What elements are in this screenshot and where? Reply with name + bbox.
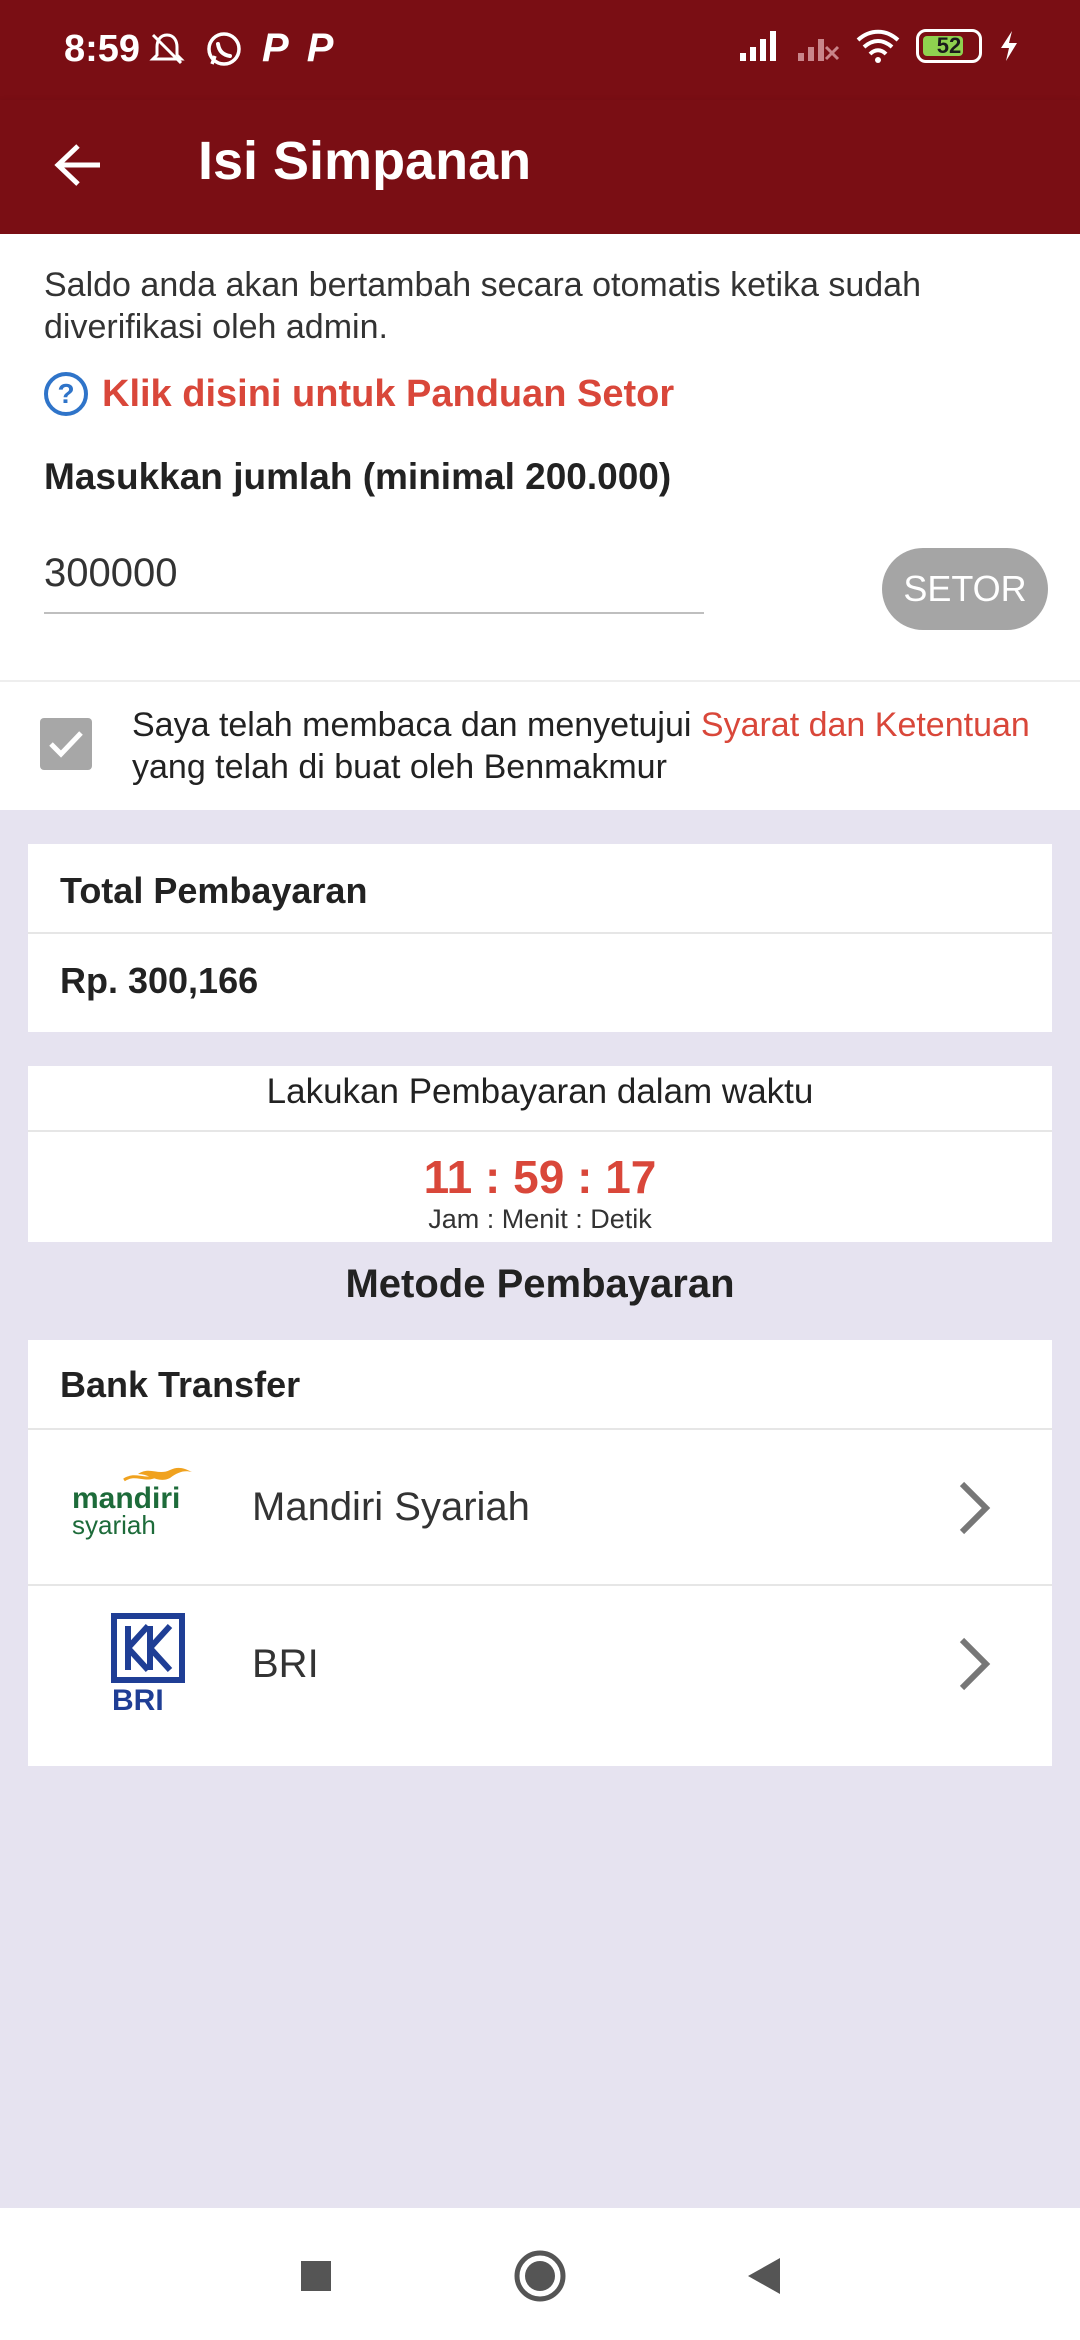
- bank-transfer-label: Bank Transfer: [28, 1340, 1052, 1430]
- terms-row: Saya telah membaca dan menyetujui Syarat…: [0, 680, 1080, 810]
- total-payment-card: Total Pembayaran Rp. 300,166: [28, 844, 1052, 1032]
- terms-checkbox[interactable]: [40, 718, 92, 770]
- terms-link[interactable]: Syarat dan Ketentuan: [701, 706, 1030, 744]
- signal-off-icon: [798, 39, 840, 61]
- payment-method-title: Metode Pembayaran: [345, 1262, 735, 1306]
- bank-name: BRI: [252, 1641, 319, 1686]
- terms-suffix: yang telah di buat oleh Benmakmur: [132, 748, 667, 786]
- bank-option-bri[interactable]: BRI BRI: [28, 1586, 1052, 1742]
- signal-icon: [740, 31, 776, 61]
- syariah-logo-text: syariah: [72, 1510, 156, 1540]
- bri-logo-text: BRI: [112, 1684, 164, 1716]
- p-icon: P: [262, 26, 289, 70]
- battery-icon: 52: [916, 29, 982, 63]
- page-title: Isi Simpanan: [198, 131, 532, 191]
- guide-link-label: Klik disini untuk Panduan Setor: [102, 372, 675, 415]
- system-nav-bar: [0, 2208, 1080, 2340]
- battery-level: 52: [936, 33, 962, 58]
- bank-option-mandiri-syariah[interactable]: mandiri syariah Mandiri Syariah: [28, 1430, 1052, 1586]
- chevron-right-icon: [959, 1637, 991, 1691]
- p-icon: P: [306, 26, 334, 70]
- amount-input[interactable]: [44, 534, 704, 614]
- guide-link[interactable]: ? Klik disini untuk Panduan Setor: [44, 372, 674, 416]
- chevron-right-icon: [959, 1481, 991, 1535]
- payment-timer-card: Lakukan Pembayaran dalam waktu 11 : 59 :…: [28, 1066, 1052, 1242]
- help-icon: ?: [44, 372, 88, 416]
- charging-icon: [1001, 31, 1017, 61]
- status-icons-right: 52: [738, 28, 1020, 64]
- status-bar: 8:59 P P 52: [0, 0, 1080, 100]
- back-button[interactable]: [734, 2246, 794, 2306]
- whatsapp-icon: [207, 31, 241, 66]
- recent-apps-button[interactable]: [286, 2246, 346, 2306]
- timer-label: Lakukan Pembayaran dalam waktu: [28, 1066, 1052, 1132]
- check-icon: [49, 731, 83, 758]
- mute-icon: [149, 32, 185, 64]
- deposit-info: Saldo anda akan bertambah secara otomati…: [44, 266, 921, 346]
- wifi-icon: [856, 29, 900, 63]
- total-payment-value: Rp. 300,166: [60, 960, 259, 1001]
- bank-name: Mandiri Syariah: [252, 1484, 530, 1529]
- app-bar: Isi Simpanan: [0, 100, 1080, 234]
- back-arrow-icon[interactable]: [52, 138, 106, 192]
- mandiri-syariah-logo: mandiri syariah: [58, 1447, 238, 1567]
- total-payment-label: Total Pembayaran: [28, 844, 1052, 934]
- back-triangle-icon: [748, 2258, 780, 2294]
- amount-label: Masukkan jumlah (minimal 200.000): [44, 456, 672, 497]
- deposit-panel: Saldo anda akan bertambah secara otomati…: [0, 234, 1080, 680]
- countdown-timer: 11 : 59 : 17: [423, 1151, 657, 1203]
- home-circle-icon: [514, 2250, 566, 2302]
- status-time: 8:59: [64, 28, 141, 70]
- square-icon: [301, 2261, 331, 2291]
- bri-logo: BRI: [58, 1604, 238, 1724]
- terms-text: Saya telah membaca dan menyetujui Syarat…: [132, 704, 1032, 788]
- bank-transfer-card: Bank Transfer mandiri syariah Mandiri Sy…: [28, 1340, 1052, 1766]
- timer-units: Jam : Menit : Detik: [428, 1204, 652, 1234]
- home-button[interactable]: [510, 2246, 570, 2306]
- status-icons-left: P P: [148, 26, 333, 71]
- terms-prefix: Saya telah membaca dan menyetujui: [132, 706, 701, 744]
- setor-button[interactable]: SETOR: [882, 548, 1048, 630]
